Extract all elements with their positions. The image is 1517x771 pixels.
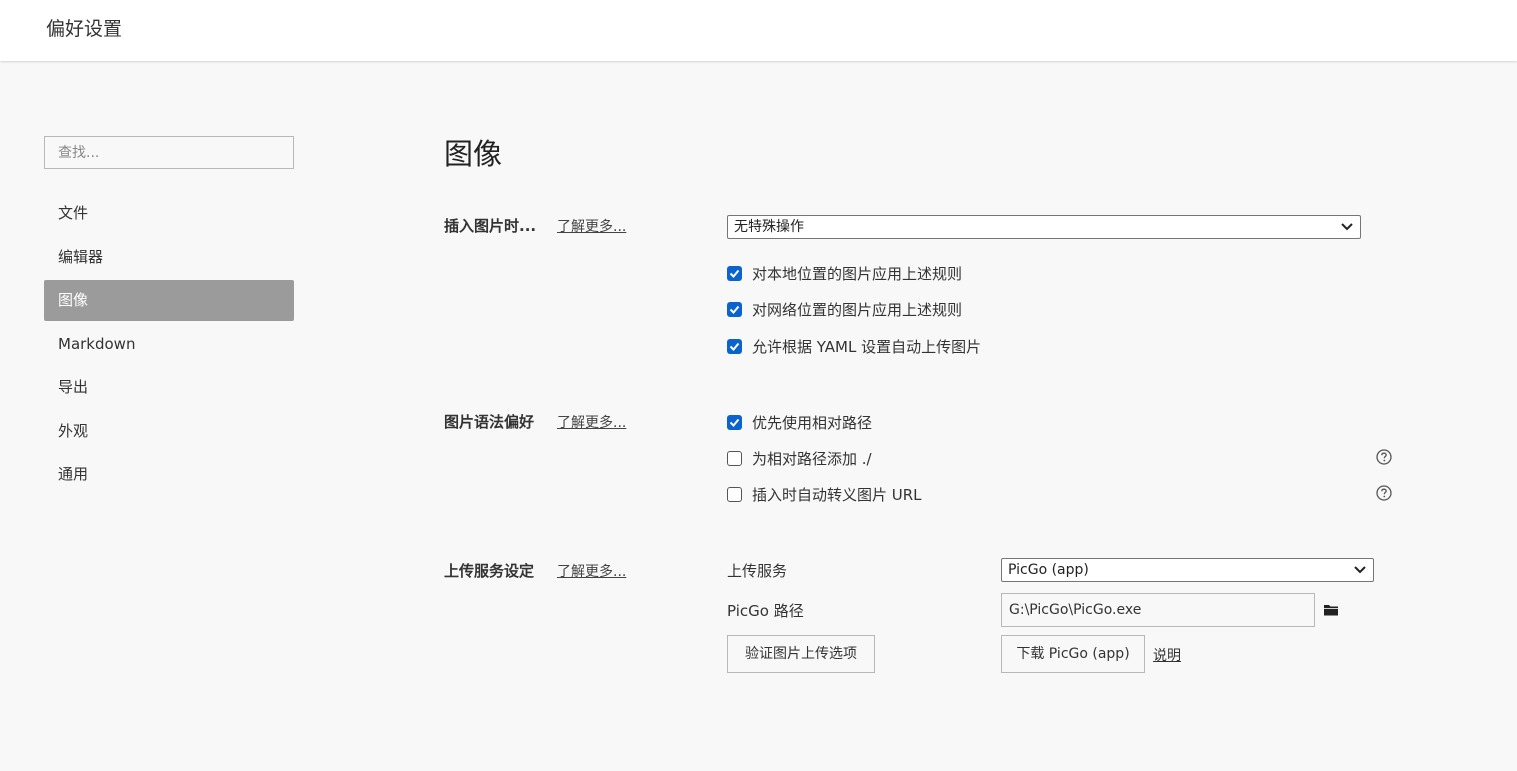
sidebar-item-export[interactable]: 导出 <box>44 367 294 408</box>
option-network-images[interactable]: 对网络位置的图片应用上述规则 <box>727 299 962 319</box>
option-label: 对网络位置的图片应用上述规则 <box>752 300 963 319</box>
title-bar: 偏好设置 <box>0 0 1517 61</box>
checkbox[interactable] <box>727 301 742 317</box>
option-prefer-relative[interactable]: 优先使用相对路径 <box>727 412 872 432</box>
checkbox[interactable] <box>727 265 742 281</box>
question-circle-icon[interactable] <box>1376 449 1392 465</box>
explain-link[interactable]: 说明 <box>1153 645 1181 665</box>
picgo-path-input[interactable]: G:\PicGo\PicGo.exe <box>1001 593 1315 627</box>
upload-section-label: 上传服务设定 <box>444 562 535 580</box>
sidebar-nav: 文件 编辑器 图像 Markdown 导出 外观 通用 <box>44 193 294 495</box>
checkbox[interactable] <box>727 450 742 466</box>
folder-icon[interactable] <box>1323 603 1339 617</box>
upload-learn-more-link[interactable]: 了解更多... <box>557 561 626 581</box>
insert-action-value: 无特殊操作 <box>734 219 804 235</box>
question-circle-icon[interactable] <box>1376 485 1392 501</box>
chevron-down-icon <box>1341 223 1353 231</box>
option-label: 允许根据 YAML 设置自动上传图片 <box>752 337 982 356</box>
option-label: 插入时自动转义图片 URL <box>752 485 922 504</box>
syntax-section-label: 图片语法偏好 <box>444 413 535 431</box>
option-escape-url[interactable]: 插入时自动转义图片 URL <box>727 484 922 504</box>
sidebar-item-markdown[interactable]: Markdown <box>44 324 294 365</box>
sidebar-item-file[interactable]: 文件 <box>44 193 294 234</box>
option-label: 对本地位置的图片应用上述规则 <box>752 264 963 283</box>
option-add-dot-slash[interactable]: 为相对路径添加 ./ <box>727 448 872 468</box>
sidebar-item-editor[interactable]: 编辑器 <box>44 237 294 278</box>
window-title: 偏好设置 <box>46 18 123 40</box>
search-input[interactable] <box>44 136 294 169</box>
checkbox[interactable] <box>727 486 742 502</box>
sidebar: 文件 编辑器 图像 Markdown 导出 外观 通用 <box>44 136 294 498</box>
download-picgo-button[interactable]: 下载 PicGo (app) <box>1001 635 1145 673</box>
check-icon <box>729 269 740 278</box>
checkbox[interactable] <box>727 414 742 430</box>
insert-learn-more-link[interactable]: 了解更多... <box>557 216 626 236</box>
sidebar-item-image[interactable]: 图像 <box>44 280 294 321</box>
verify-upload-button[interactable]: 验证图片上传选项 <box>727 635 875 673</box>
upload-service-label: 上传服务 <box>727 562 788 580</box>
option-label: 优先使用相对路径 <box>752 413 873 432</box>
check-icon <box>729 342 740 351</box>
insert-action-select[interactable]: 无特殊操作 <box>727 215 1361 239</box>
picgo-path-label: PicGo 路径 <box>727 602 804 620</box>
option-local-images[interactable]: 对本地位置的图片应用上述规则 <box>727 263 962 283</box>
option-label: 为相对路径添加 ./ <box>752 449 872 468</box>
insert-section-label: 插入图片时... <box>444 217 537 235</box>
upload-service-value: PicGo (app) <box>1008 562 1089 578</box>
sidebar-item-general[interactable]: 通用 <box>44 454 294 495</box>
checkbox[interactable] <box>727 338 742 354</box>
syntax-learn-more-link[interactable]: 了解更多... <box>557 412 626 432</box>
option-yaml-upload[interactable]: 允许根据 YAML 设置自动上传图片 <box>727 336 981 356</box>
page-title: 图像 <box>444 137 503 171</box>
sidebar-item-appearance[interactable]: 外观 <box>44 411 294 452</box>
check-icon <box>729 305 740 314</box>
upload-service-select[interactable]: PicGo (app) <box>1001 558 1374 582</box>
check-icon <box>729 418 740 427</box>
chevron-down-icon <box>1354 566 1366 574</box>
